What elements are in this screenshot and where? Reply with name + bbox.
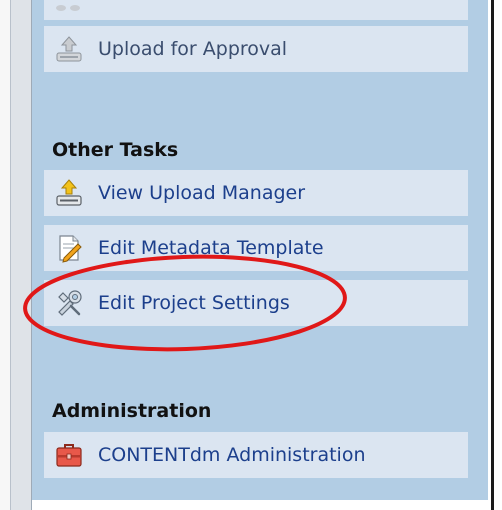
edit-metadata-template-link[interactable]: Edit Metadata Template [44,225,468,271]
upload-icon [52,32,86,66]
upload-manager-icon [52,176,86,210]
contentdm-administration-label: CONTENTdm Administration [98,444,366,466]
edit-metadata-template-label: Edit Metadata Template [98,237,324,259]
window-right-edge [488,0,502,510]
contentdm-administration-link[interactable]: CONTENTdm Administration [44,432,468,478]
administration-heading: Administration [52,400,212,422]
upload-for-approval-label: Upload for Approval [98,38,288,60]
task-icon [52,0,86,15]
task-row-partial[interactable] [44,0,468,20]
window-right-border [491,0,494,510]
upload-for-approval-link[interactable]: Upload for Approval [44,26,468,72]
toolbox-icon [52,438,86,472]
other-tasks-heading: Other Tasks [52,139,179,161]
panel-bottom-margin [32,500,488,510]
edit-project-settings-label: Edit Project Settings [98,292,290,314]
edit-project-settings-link[interactable]: Edit Project Settings [44,280,468,326]
view-upload-manager-link[interactable]: View Upload Manager [44,170,468,216]
window-frame [10,0,32,510]
settings-tools-icon [52,286,86,320]
edit-template-icon [52,231,86,265]
view-upload-manager-label: View Upload Manager [98,182,306,204]
window-edge [0,0,10,510]
